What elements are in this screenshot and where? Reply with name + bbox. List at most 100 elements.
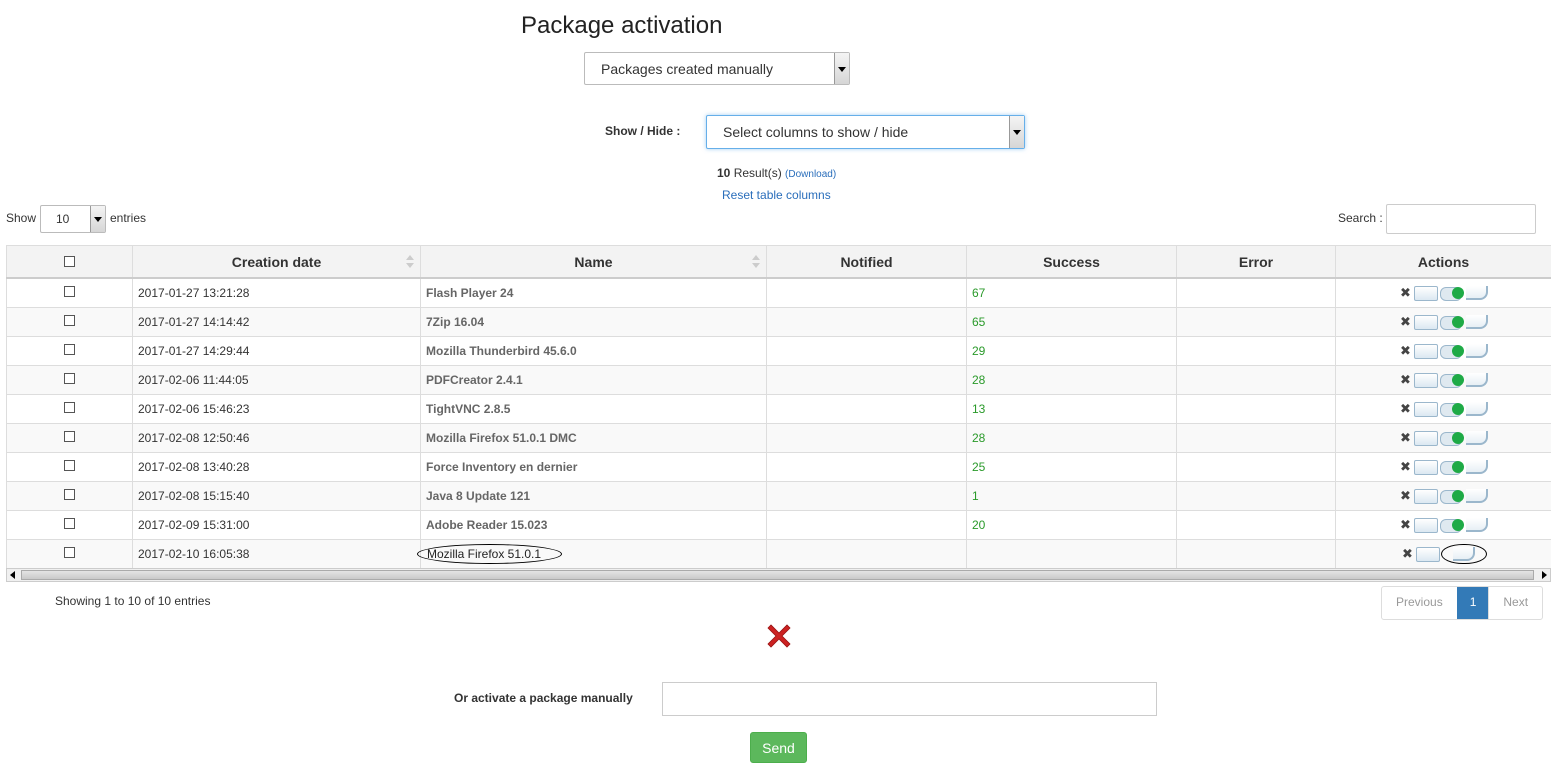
delete-icon[interactable]: ✖ (1400, 430, 1412, 446)
mail-icon[interactable] (1413, 285, 1438, 301)
toggle-icon[interactable] (1439, 402, 1464, 417)
mail-icon[interactable] (1413, 517, 1438, 533)
mail-icon[interactable] (1413, 314, 1438, 330)
delete-icon[interactable]: ✖ (1402, 546, 1414, 562)
toggle-icon[interactable] (1439, 518, 1464, 533)
scrollbar-thumb[interactable] (21, 570, 1534, 580)
row-select-cell[interactable] (6, 539, 133, 569)
row-select-cell[interactable] (6, 336, 133, 366)
horizontal-scrollbar[interactable] (6, 568, 1551, 582)
delete-icon[interactable]: ✖ (1400, 459, 1412, 475)
creation-date-cell: 2017-02-08 13:40:28 (132, 452, 421, 482)
redeploy-icon[interactable] (1465, 460, 1488, 474)
name-cell[interactable]: PDFCreator 2.4.1 (420, 365, 767, 395)
row-checkbox[interactable] (64, 315, 75, 326)
row-checkbox[interactable] (64, 373, 75, 384)
mail-icon[interactable] (1413, 343, 1438, 359)
success-cell: 13 (966, 394, 1177, 424)
toggle-icon[interactable] (1439, 373, 1464, 388)
manual-package-input[interactable] (662, 682, 1157, 716)
col-name[interactable]: Name (420, 245, 767, 279)
toggle-icon[interactable] (1439, 344, 1464, 359)
row-checkbox[interactable] (64, 402, 75, 413)
mail-icon[interactable] (1413, 430, 1438, 446)
chevron-down-icon[interactable] (90, 206, 105, 232)
toggle-icon[interactable] (1439, 315, 1464, 330)
columns-select-value: Select columns to show / hide (723, 124, 909, 140)
col-error: Error (1176, 245, 1336, 279)
toggle-icon[interactable] (1439, 489, 1464, 504)
delete-icon[interactable]: ✖ (1400, 314, 1412, 330)
redeploy-icon[interactable] (1465, 518, 1488, 532)
row-checkbox[interactable] (64, 547, 75, 558)
name-cell[interactable]: Mozilla Firefox 51.0.1 (417, 539, 767, 569)
row-select-cell[interactable] (6, 365, 133, 395)
mail-icon[interactable] (1413, 372, 1438, 388)
delete-icon[interactable]: ✖ (1400, 517, 1412, 533)
mail-icon[interactable] (1415, 546, 1440, 562)
row-checkbox[interactable] (64, 286, 75, 297)
delete-icon[interactable]: ✖ (1400, 343, 1412, 359)
name-cell[interactable]: Adobe Reader 15.023 (420, 510, 767, 540)
redeploy-icon[interactable] (1465, 373, 1488, 387)
row-checkbox[interactable] (64, 344, 75, 355)
table-row: 2017-01-27 14:14:42 7Zip 16.04 65 ✖ (6, 307, 1551, 337)
row-checkbox[interactable] (64, 518, 75, 529)
name-cell[interactable]: 7Zip 16.04 (420, 307, 767, 337)
chevron-down-icon[interactable] (1009, 116, 1024, 148)
delete-icon[interactable]: ✖ (1400, 285, 1412, 301)
delete-icon[interactable]: ✖ (1400, 488, 1412, 504)
mail-icon[interactable] (1413, 488, 1438, 504)
mail-icon[interactable] (1413, 459, 1438, 475)
download-link[interactable]: (Download) (785, 169, 836, 180)
redeploy-icon[interactable] (1465, 431, 1488, 445)
name-cell[interactable]: Mozilla Firefox 51.0.1 DMC (420, 423, 767, 453)
redeploy-icon[interactable] (1465, 286, 1488, 300)
toggle-icon[interactable] (1439, 286, 1464, 301)
row-select-cell[interactable] (6, 510, 133, 540)
name-cell[interactable]: Flash Player 24 (420, 277, 767, 308)
table-row: 2017-02-10 16:05:38 Mozilla Firefox 51.0.… (6, 539, 1551, 569)
packages-table: Creation date Name Notified Success Erro… (6, 245, 1551, 569)
col-creation-date[interactable]: Creation date (132, 245, 421, 279)
redeploy-icon[interactable] (1465, 489, 1488, 503)
table-header-row: Creation date Name Notified Success Erro… (6, 245, 1551, 279)
redeploy-icon[interactable] (1465, 344, 1488, 358)
scroll-left-icon[interactable] (7, 569, 20, 581)
scroll-right-icon[interactable] (1537, 569, 1550, 581)
creation-date-cell: 2017-02-09 15:31:00 (132, 510, 421, 540)
name-cell[interactable]: Force Inventory en dernier (420, 452, 767, 482)
columns-select[interactable]: Select columns to show / hide (706, 115, 1025, 149)
redeploy-icon[interactable] (1452, 547, 1475, 562)
row-select-cell[interactable] (6, 452, 133, 482)
delete-icon[interactable]: ✖ (1400, 372, 1412, 388)
previous-button[interactable]: Previous (1382, 587, 1457, 619)
row-select-cell[interactable] (6, 307, 133, 337)
row-checkbox[interactable] (64, 460, 75, 471)
row-checkbox[interactable] (64, 431, 75, 442)
chevron-down-icon[interactable] (834, 53, 849, 84)
page-length-select[interactable]: 10 (40, 205, 106, 233)
send-button[interactable]: Send (750, 732, 807, 763)
row-select-cell[interactable] (6, 394, 133, 424)
row-select-cell[interactable] (6, 481, 133, 511)
name-cell[interactable]: TightVNC 2.8.5 (420, 394, 767, 424)
page-1-button[interactable]: 1 (1456, 587, 1489, 619)
row-checkbox[interactable] (64, 489, 75, 500)
redeploy-icon[interactable] (1465, 315, 1488, 329)
select-all-header[interactable] (6, 245, 133, 279)
row-select-cell[interactable] (6, 423, 133, 453)
package-filter-select[interactable]: Packages created manually (584, 52, 850, 85)
search-input[interactable] (1386, 204, 1536, 234)
next-button[interactable]: Next (1488, 587, 1542, 619)
toggle-icon[interactable] (1439, 460, 1464, 475)
delete-icon[interactable]: ✖ (1400, 401, 1412, 417)
redeploy-icon[interactable] (1465, 402, 1488, 416)
name-cell[interactable]: Mozilla Thunderbird 45.6.0 (420, 336, 767, 366)
reset-columns-link[interactable]: Reset table columns (722, 188, 831, 202)
toggle-icon[interactable] (1439, 431, 1464, 446)
row-select-cell[interactable] (6, 277, 133, 308)
name-cell[interactable]: Java 8 Update 121 (420, 481, 767, 511)
mail-icon[interactable] (1413, 401, 1438, 417)
select-all-checkbox[interactable] (64, 255, 75, 267)
